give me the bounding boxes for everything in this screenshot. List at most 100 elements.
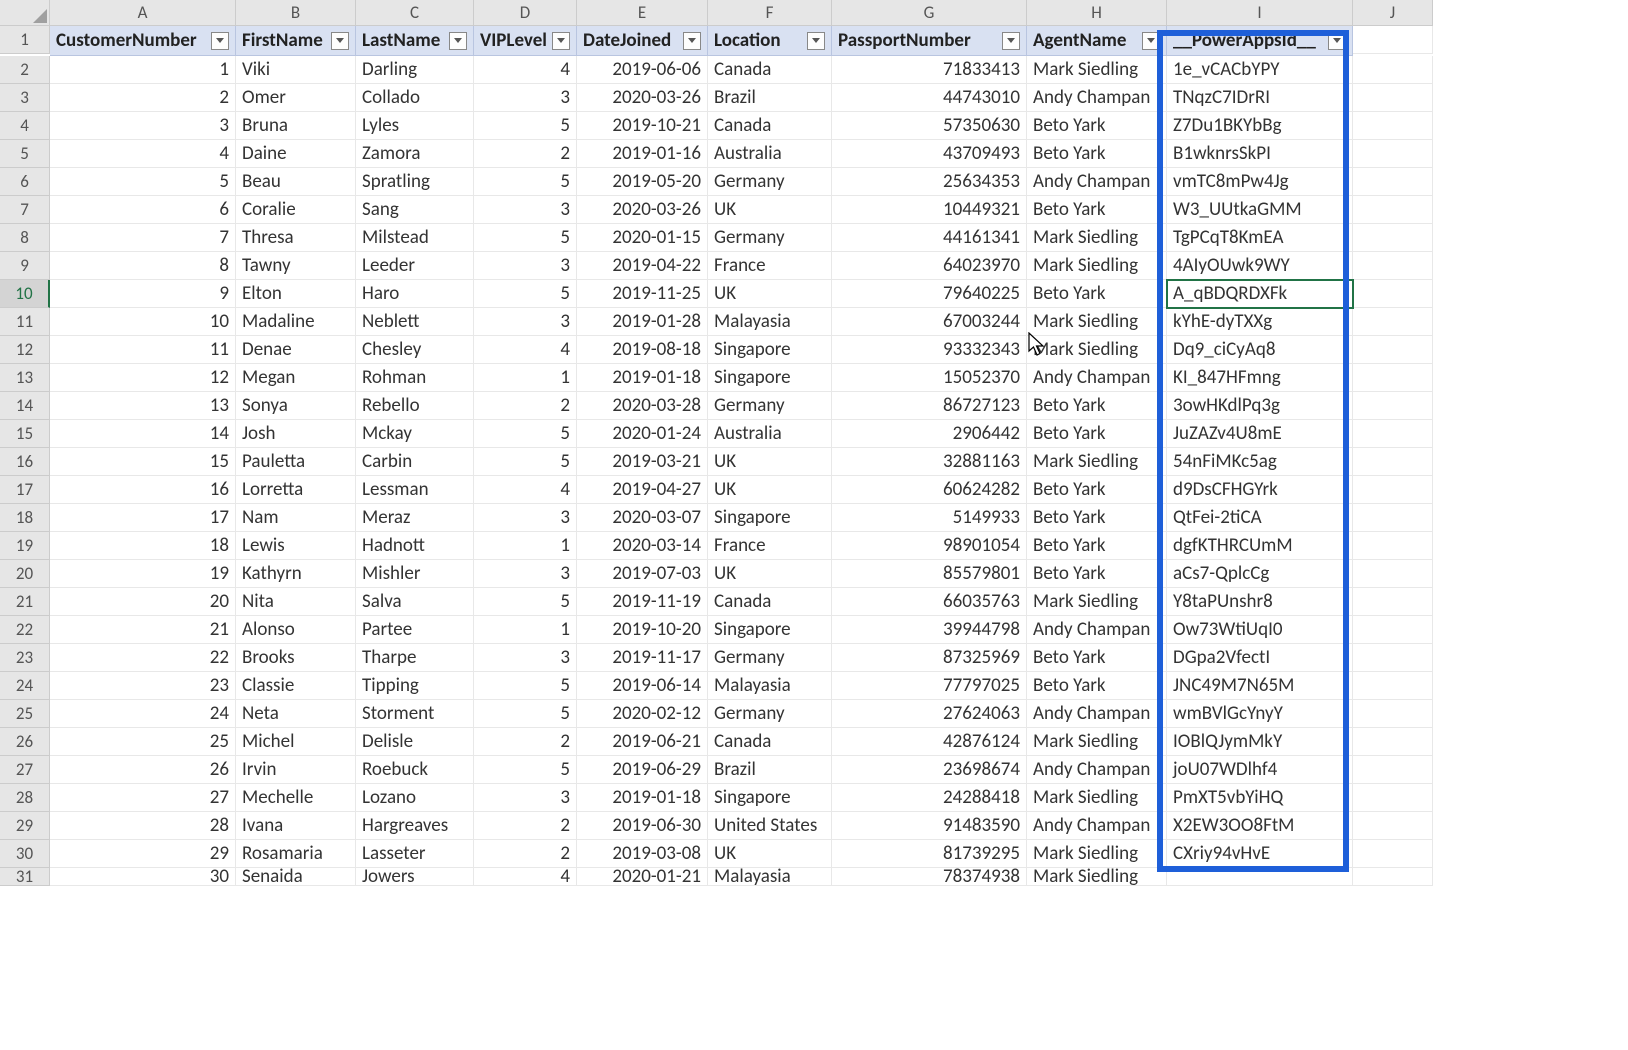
cell-B8[interactable]: Thresa — [236, 224, 356, 252]
cell-A19[interactable]: 18 — [50, 532, 236, 560]
cell-G17[interactable]: 60624282 — [832, 476, 1027, 504]
cell-G16[interactable]: 32881163 — [832, 448, 1027, 476]
cell-D3[interactable]: 3 — [474, 84, 577, 112]
cell-J7[interactable] — [1353, 196, 1433, 224]
cell-D21[interactable]: 5 — [474, 588, 577, 616]
cell-H31[interactable]: Mark Siedling — [1027, 868, 1167, 886]
cell-B24[interactable]: Classie — [236, 672, 356, 700]
cell-D8[interactable]: 5 — [474, 224, 577, 252]
cell-C18[interactable]: Meraz — [356, 504, 474, 532]
cell-B7[interactable]: Coralie — [236, 196, 356, 224]
cell-A7[interactable]: 6 — [50, 196, 236, 224]
cell-B16[interactable]: Pauletta — [236, 448, 356, 476]
cell-D10[interactable]: 5 — [474, 280, 577, 308]
cell-G18[interactable]: 5149933 — [832, 504, 1027, 532]
col-header-G[interactable]: G — [832, 0, 1027, 26]
cell-D16[interactable]: 5 — [474, 448, 577, 476]
cell-D18[interactable]: 3 — [474, 504, 577, 532]
cell-F29[interactable]: United States — [708, 812, 832, 840]
cell-H25[interactable]: Andy Champan — [1027, 700, 1167, 728]
cell-F4[interactable]: Canada — [708, 112, 832, 140]
cell-F14[interactable]: Germany — [708, 392, 832, 420]
cell-E5[interactable]: 2019-01-16 — [577, 140, 708, 168]
cell-A18[interactable]: 17 — [50, 504, 236, 532]
cell-F5[interactable]: Australia — [708, 140, 832, 168]
row-header-22[interactable]: 22 — [0, 616, 50, 644]
cell-A15[interactable]: 14 — [50, 420, 236, 448]
row-header-28[interactable]: 28 — [0, 784, 50, 812]
cell-C5[interactable]: Zamora — [356, 140, 474, 168]
cell-J26[interactable] — [1353, 728, 1433, 756]
cell-I28[interactable]: PmXT5vbYiHQ — [1167, 784, 1353, 812]
cell-G4[interactable]: 57350630 — [832, 112, 1027, 140]
cell-G5[interactable]: 43709493 — [832, 140, 1027, 168]
cell-C14[interactable]: Rebello — [356, 392, 474, 420]
cell-J9[interactable] — [1353, 252, 1433, 280]
cell-G13[interactable]: 15052370 — [832, 364, 1027, 392]
cell-A4[interactable]: 3 — [50, 112, 236, 140]
table-header-PassportNumber[interactable]: PassportNumber — [832, 26, 1027, 56]
col-header-F[interactable]: F — [708, 0, 832, 26]
cell-C26[interactable]: Delisle — [356, 728, 474, 756]
cell-G9[interactable]: 64023970 — [832, 252, 1027, 280]
cell-F12[interactable]: Singapore — [708, 336, 832, 364]
cell-I31[interactable] — [1167, 868, 1353, 886]
cell-E28[interactable]: 2019-01-18 — [577, 784, 708, 812]
cell-B18[interactable]: Nam — [236, 504, 356, 532]
cell-H19[interactable]: Beto Yark — [1027, 532, 1167, 560]
cell-A23[interactable]: 22 — [50, 644, 236, 672]
row-header-20[interactable]: 20 — [0, 560, 50, 588]
row-header-7[interactable]: 7 — [0, 196, 50, 224]
cell-E30[interactable]: 2019-03-08 — [577, 840, 708, 868]
cell-J2[interactable] — [1353, 56, 1433, 84]
cell-G12[interactable]: 93332343 — [832, 336, 1027, 364]
row-header-19[interactable]: 19 — [0, 532, 50, 560]
cell-A10[interactable]: 9 — [50, 280, 236, 308]
table-header-FirstName[interactable]: FirstName — [236, 26, 356, 56]
cell-D14[interactable]: 2 — [474, 392, 577, 420]
cell-B15[interactable]: Josh — [236, 420, 356, 448]
cell-E7[interactable]: 2020-03-26 — [577, 196, 708, 224]
cell-D7[interactable]: 3 — [474, 196, 577, 224]
cell-C2[interactable]: Darling — [356, 56, 474, 84]
cell-A26[interactable]: 25 — [50, 728, 236, 756]
cell-G25[interactable]: 27624063 — [832, 700, 1027, 728]
cell-H14[interactable]: Beto Yark — [1027, 392, 1167, 420]
cell-I3[interactable]: TNqzC7IDrRI — [1167, 84, 1353, 112]
filter-dropdown-icon[interactable] — [331, 32, 349, 50]
cell-F27[interactable]: Brazil — [708, 756, 832, 784]
cell-F20[interactable]: UK — [708, 560, 832, 588]
cell-D24[interactable]: 5 — [474, 672, 577, 700]
cell-B25[interactable]: Neta — [236, 700, 356, 728]
cell-D17[interactable]: 4 — [474, 476, 577, 504]
row-header-8[interactable]: 8 — [0, 224, 50, 252]
row-header-13[interactable]: 13 — [0, 364, 50, 392]
row-header-18[interactable]: 18 — [0, 504, 50, 532]
cell-A16[interactable]: 15 — [50, 448, 236, 476]
cell-I7[interactable]: W3_UUtkaGMM — [1167, 196, 1353, 224]
cell-F13[interactable]: Singapore — [708, 364, 832, 392]
cell-A3[interactable]: 2 — [50, 84, 236, 112]
cell-I29[interactable]: X2EW3OO8FtM — [1167, 812, 1353, 840]
filter-dropdown-icon[interactable] — [211, 32, 229, 50]
cell-G30[interactable]: 81739295 — [832, 840, 1027, 868]
cell-H17[interactable]: Beto Yark — [1027, 476, 1167, 504]
cell-E6[interactable]: 2019-05-20 — [577, 168, 708, 196]
row-header-29[interactable]: 29 — [0, 812, 50, 840]
cell-J4[interactable] — [1353, 112, 1433, 140]
cell-J16[interactable] — [1353, 448, 1433, 476]
row-header-9[interactable]: 9 — [0, 252, 50, 280]
cell-H6[interactable]: Andy Champan — [1027, 168, 1167, 196]
filter-dropdown-icon[interactable] — [552, 32, 570, 50]
cell-C4[interactable]: Lyles — [356, 112, 474, 140]
cell-F18[interactable]: Singapore — [708, 504, 832, 532]
cell-B22[interactable]: Alonso — [236, 616, 356, 644]
cell-F19[interactable]: France — [708, 532, 832, 560]
cell-F10[interactable]: UK — [708, 280, 832, 308]
cell-B30[interactable]: Rosamaria — [236, 840, 356, 868]
cell-D26[interactable]: 2 — [474, 728, 577, 756]
empty-cell[interactable] — [1353, 26, 1433, 54]
cell-E19[interactable]: 2020-03-14 — [577, 532, 708, 560]
cell-I13[interactable]: KI_847HFmng — [1167, 364, 1353, 392]
cell-J21[interactable] — [1353, 588, 1433, 616]
